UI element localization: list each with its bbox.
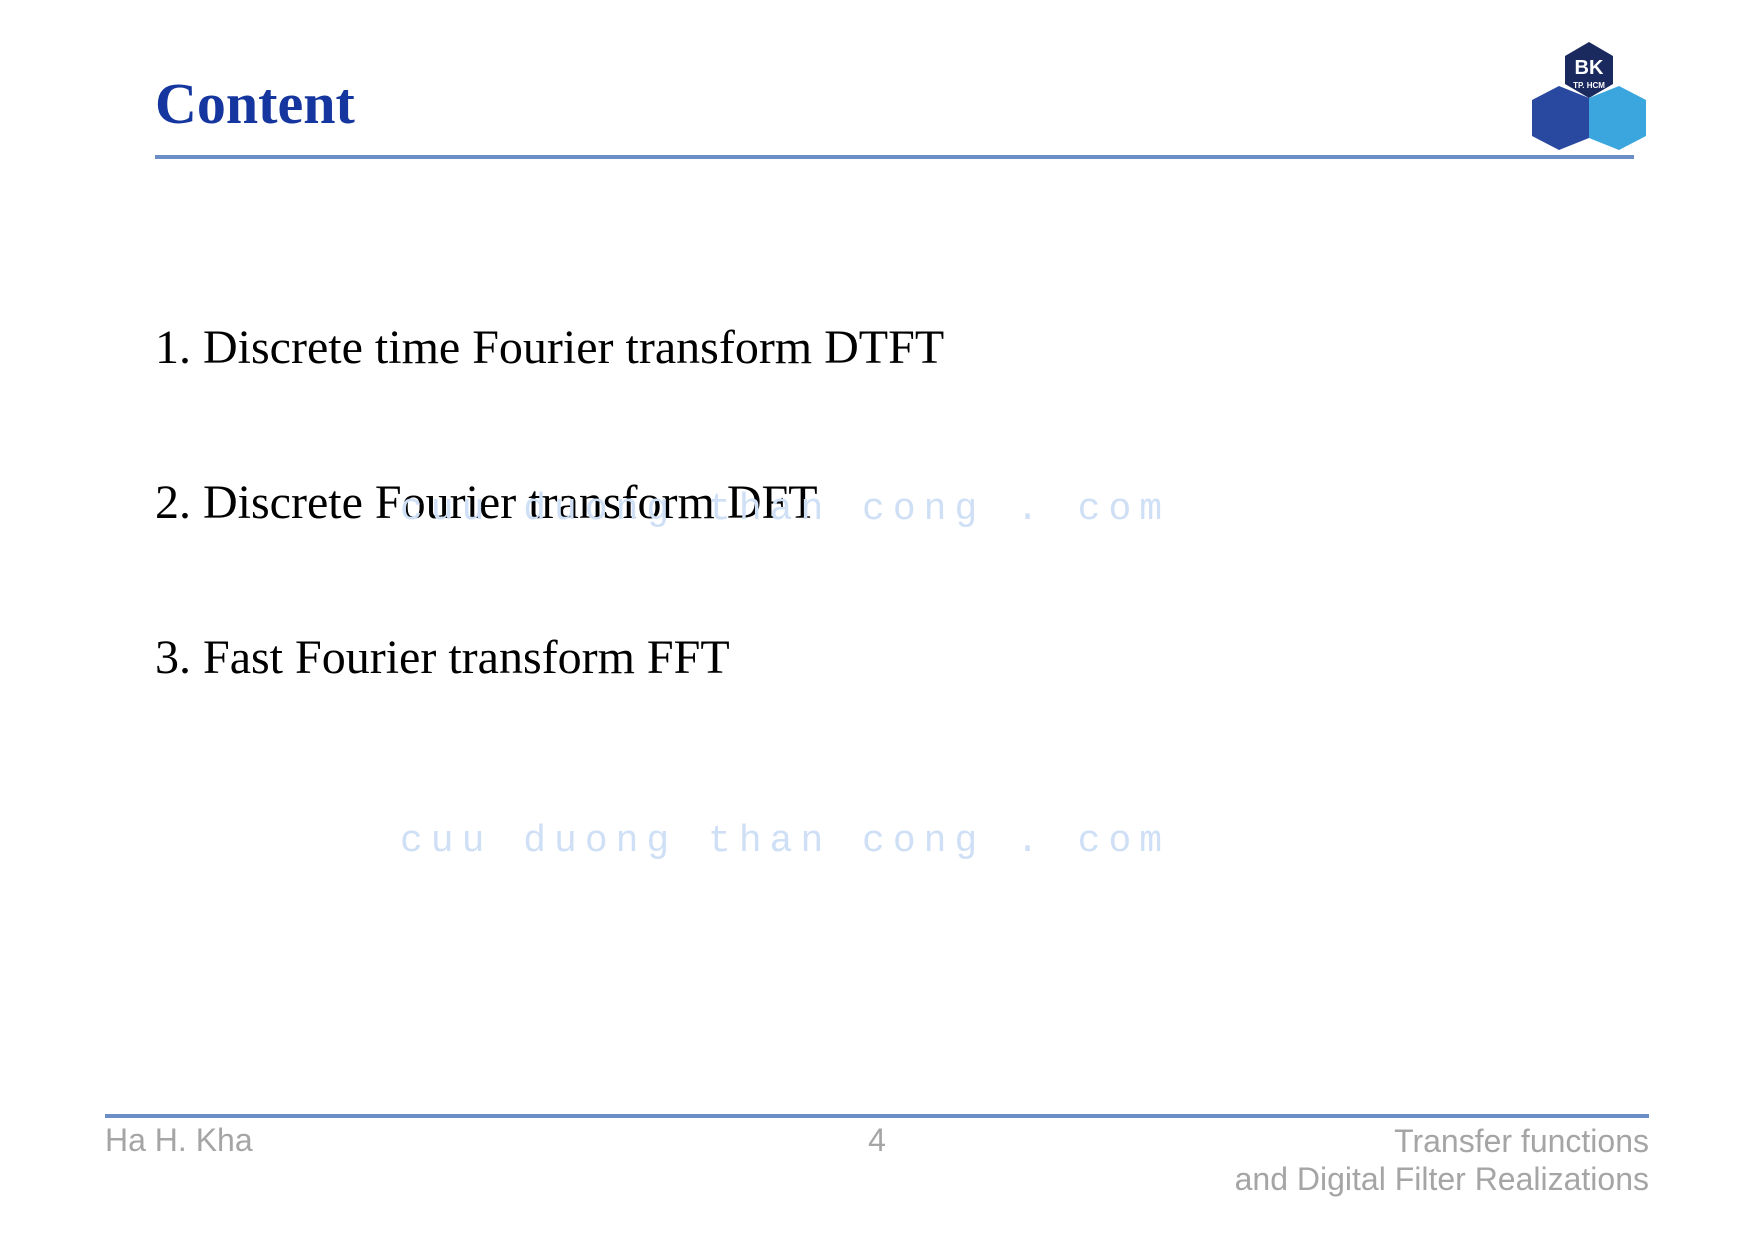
footer-divider [105,1114,1649,1118]
footer-topic-line1: Transfer functions [1235,1122,1649,1160]
slide-title: Content [155,70,1634,137]
header: Content [155,70,1634,159]
list-item: 3. Fast Fourier transform FFT [155,630,1454,685]
watermark-text: cuu duong than cong . com [400,820,1170,863]
footer-topic: Transfer functions and Digital Filter Re… [1235,1122,1649,1199]
slide: BK TP. HCM Content 1. Discrete time Four… [0,0,1754,1240]
footer-topic-line2: and Digital Filter Realizations [1235,1160,1649,1198]
content-list: 1. Discrete time Fourier transform DTFT … [155,320,1454,785]
title-divider [155,155,1634,159]
footer: Ha H. Kha 4 Transfer functions and Digit… [105,1122,1649,1202]
list-item: 2. Discrete Fourier transform DFT [155,475,1454,530]
list-item: 1. Discrete time Fourier transform DTFT [155,320,1454,375]
